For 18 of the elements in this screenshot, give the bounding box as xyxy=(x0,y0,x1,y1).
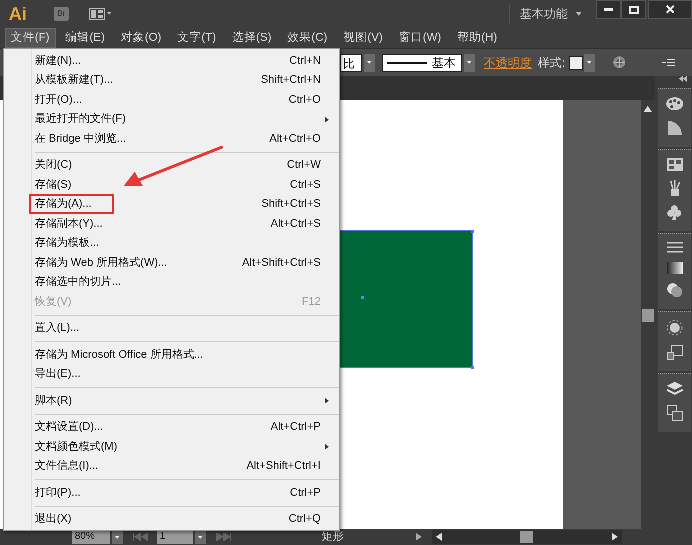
shortcut-text: Alt+Shift+Ctrl+I xyxy=(246,459,321,474)
shortcut-text: Shift+Ctrl+N xyxy=(261,73,321,88)
shortcut-text: Ctrl+S xyxy=(290,178,321,192)
stroke-profile-text: 基本 xyxy=(432,54,456,72)
app-logo: Ai xyxy=(9,3,28,26)
shortcut-text: Ctrl+W xyxy=(287,158,321,173)
shortcut-text: Ctrl+O xyxy=(288,92,321,108)
shortcut-text: Alt+Ctrl+S xyxy=(270,216,321,232)
shortcut-text: Ctrl+P xyxy=(290,486,321,500)
shortcut-text: Ctrl+Q xyxy=(288,512,321,527)
style-label: 样式: xyxy=(538,54,566,72)
shortcut-text: Ctrl+N xyxy=(290,54,321,68)
shortcut-text: F12 xyxy=(302,294,321,310)
current-tool-label: 矩形 xyxy=(322,530,344,545)
shortcut-text: Alt+Shift+Ctrl+S xyxy=(242,256,321,270)
shortcut-text: Alt+Ctrl+O xyxy=(270,132,321,146)
shortcut-text: Shift+Ctrl+S xyxy=(262,197,321,212)
shortcut-text: Alt+Ctrl+P xyxy=(270,420,321,435)
